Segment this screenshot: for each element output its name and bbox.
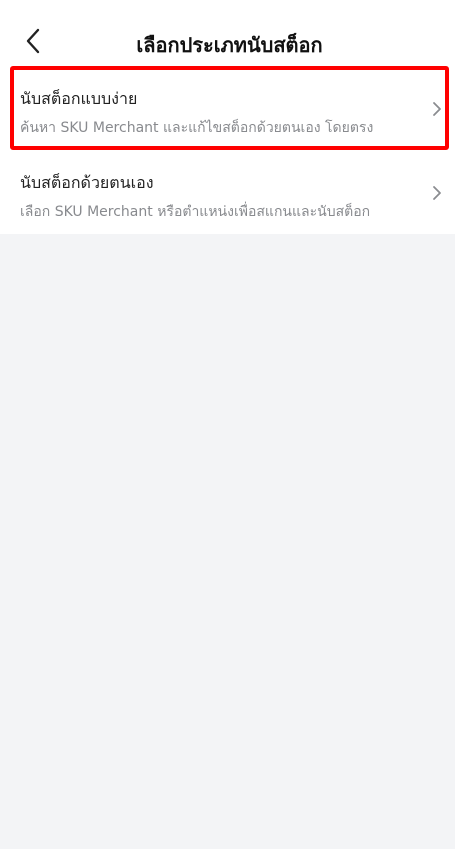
option-subtitle: ค้นหา SKU Merchant และแก้ไขสต็อกด้วยตนเอ… <box>20 120 374 136</box>
stock-count-type-list: นับสต็อกแบบง่าย ค้นหา SKU Merchant และแก… <box>0 66 455 234</box>
option-simple-stock-count[interactable]: นับสต็อกแบบง่าย ค้นหา SKU Merchant และแก… <box>10 66 449 150</box>
option-title: นับสต็อกด้วยตนเอง <box>20 173 154 192</box>
chevron-right-icon <box>433 186 441 200</box>
header: เลือกประเภทนับสต็อก <box>0 0 455 66</box>
option-subtitle: เลือก SKU Merchant หรือตำแหน่งเพื่อสแกนแ… <box>20 204 371 220</box>
page-title: เลือกประเภทนับสต็อก <box>136 33 323 57</box>
chevron-right-icon <box>433 102 441 116</box>
screen: เลือกประเภทนับสต็อก นับสต็อกแบบง่าย ค้นห… <box>0 0 455 849</box>
option-manual-stock-count[interactable]: นับสต็อกด้วยตนเอง เลือก SKU Merchant หรื… <box>0 150 455 234</box>
option-title: นับสต็อกแบบง่าย <box>20 89 138 108</box>
